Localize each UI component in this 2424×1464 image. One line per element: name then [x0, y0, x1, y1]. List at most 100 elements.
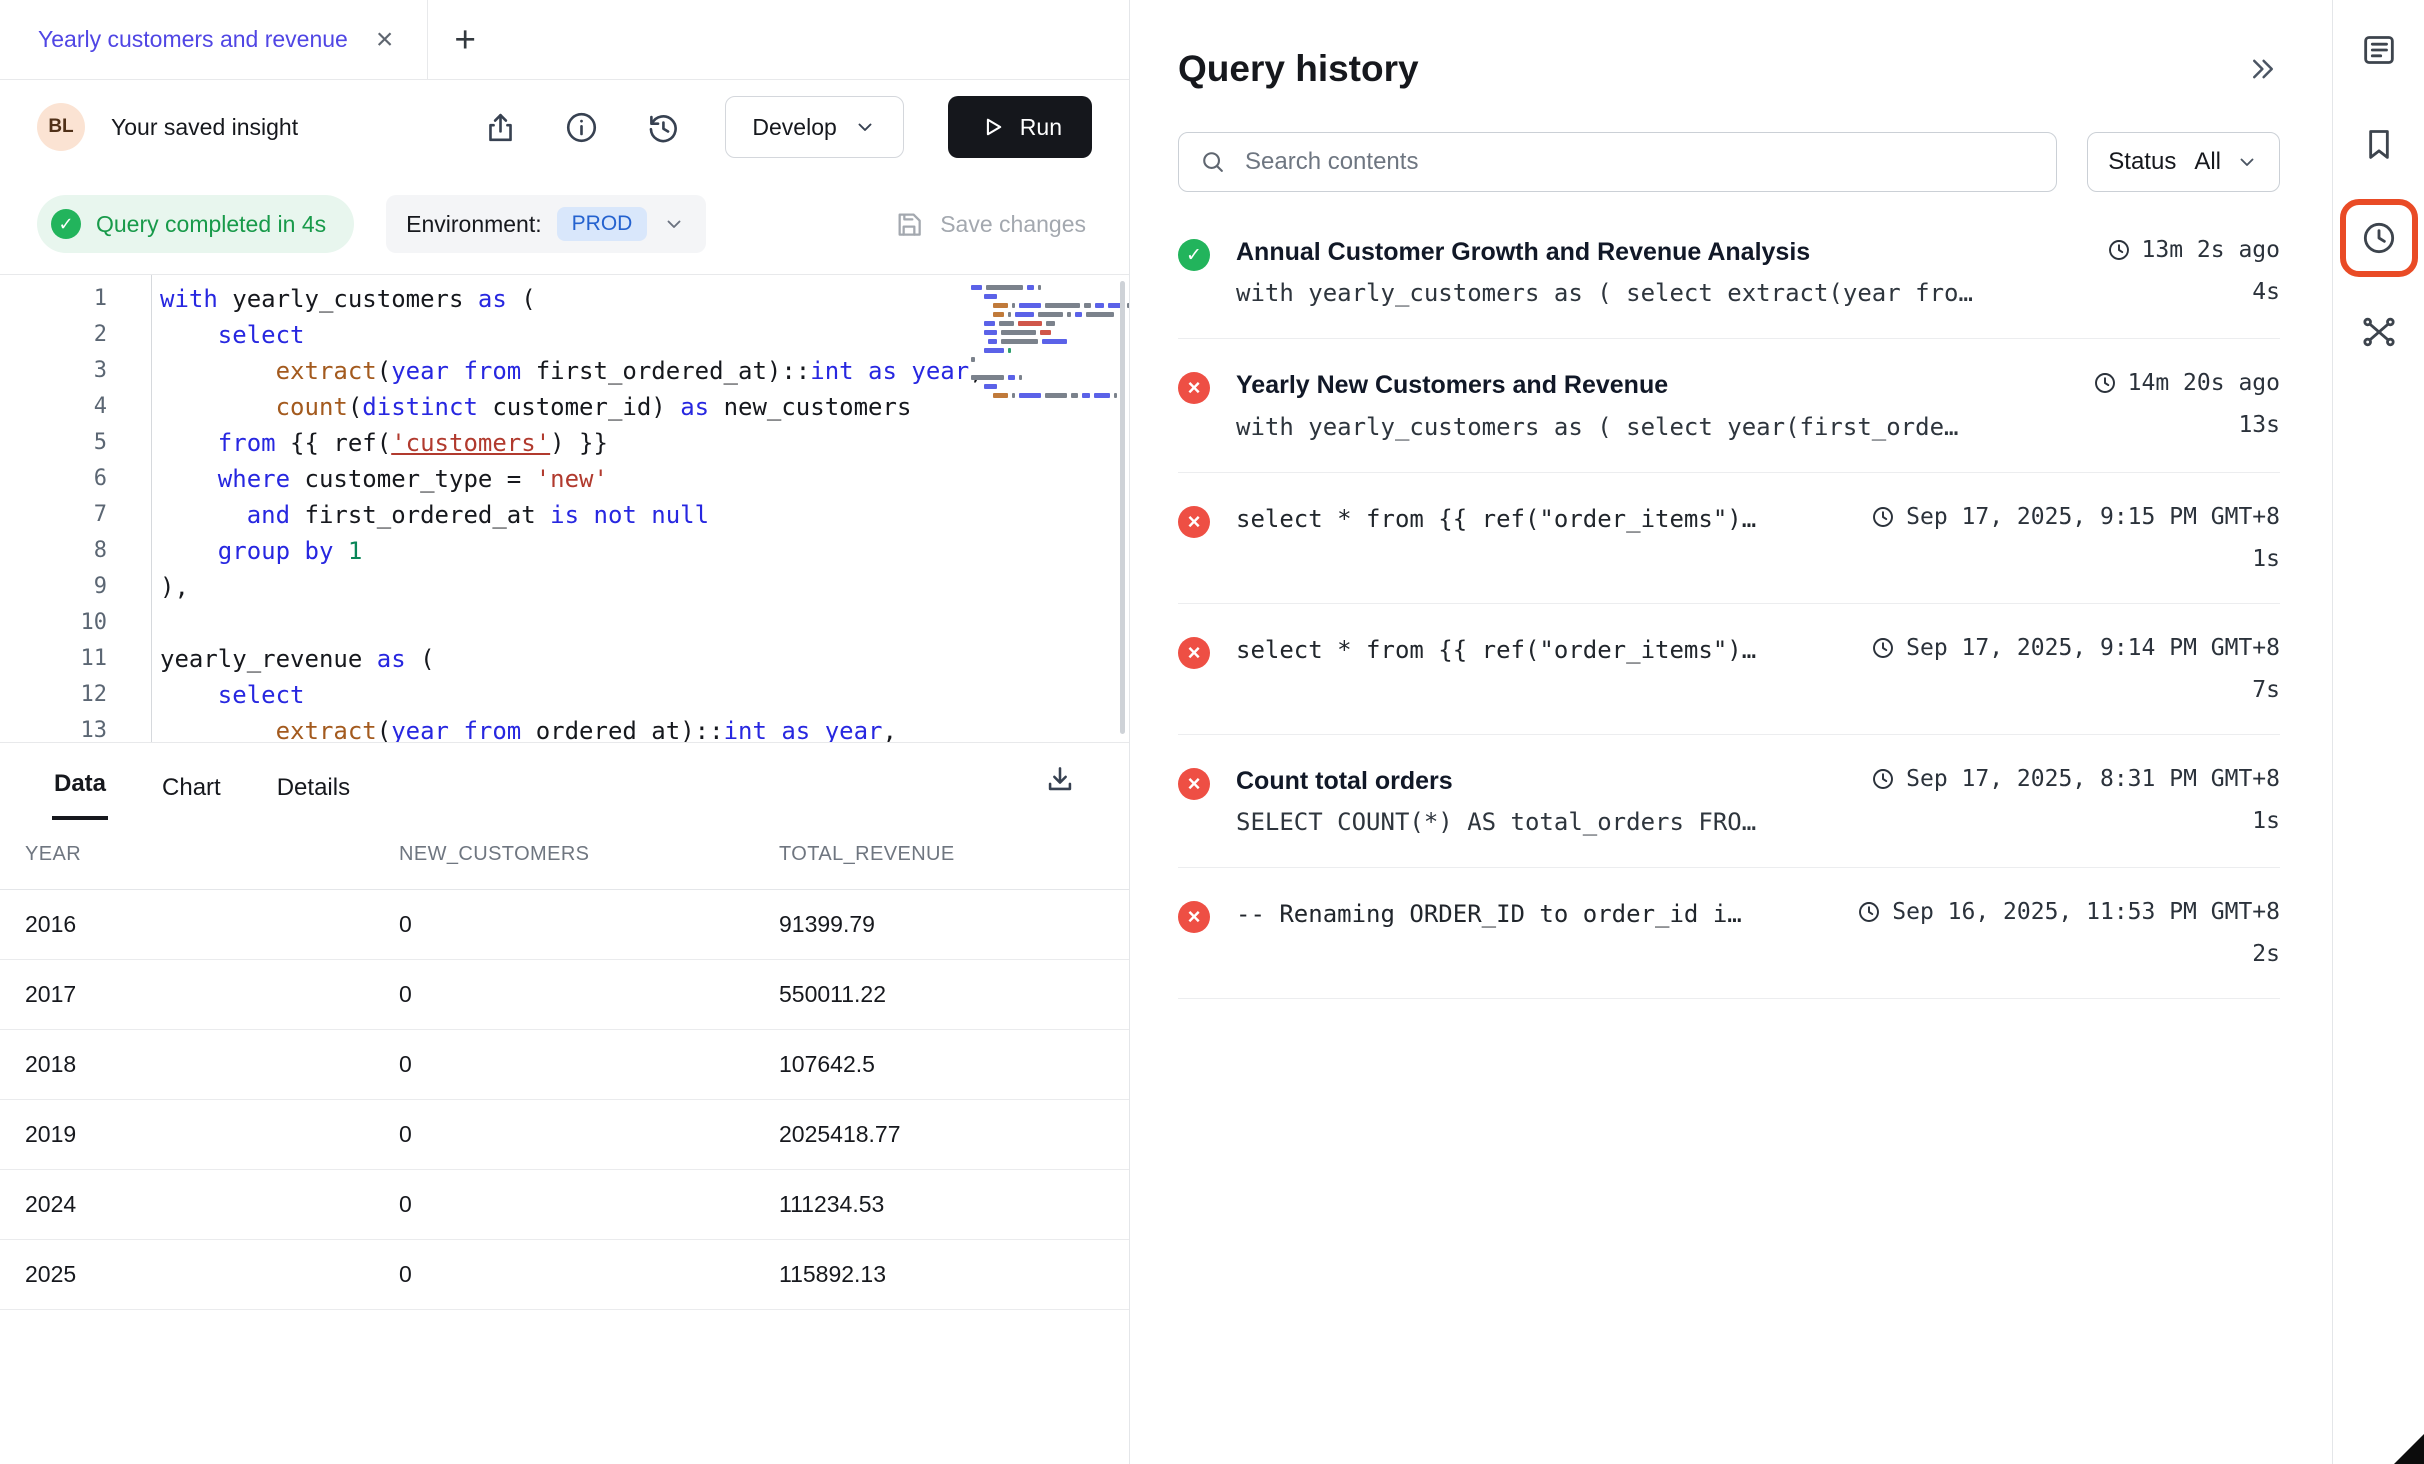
history-header: Query history [1130, 0, 2332, 90]
code-line[interactable]: select [160, 677, 1129, 713]
code-line[interactable]: group by 1 [160, 533, 1129, 569]
minimap-line [971, 373, 1111, 382]
code-line[interactable]: and first_ordered_at is not null [160, 497, 1129, 533]
table-row: 20240111234.53 [0, 1170, 1129, 1240]
query-list-icon [2359, 30, 2399, 70]
history-item[interactable]: ×-- Renaming ORDER_ID to order_id i…Sep … [1178, 868, 2280, 999]
status-error-icon: × [1178, 506, 1210, 538]
minimap-line [971, 337, 1111, 346]
table-cell: 111234.53 [779, 1191, 1129, 1218]
table-cell: 2024 [25, 1191, 399, 1218]
lineage-button[interactable] [2347, 300, 2411, 364]
query-history-panel: Query history Status All ✓Annual Custome… [1130, 0, 2332, 1464]
history-item[interactable]: ×select * from {{ ref("order_items")…Sep… [1178, 604, 2280, 735]
history-item[interactable]: × select * from {{ ref("order_items")… Sep… [1178, 473, 2280, 604]
app-root: Yearly customers and revenue × + BL Your… [0, 0, 2424, 1464]
status-filter-value: All [2194, 148, 2221, 176]
double-chevron-right-icon [2248, 54, 2278, 84]
collapse-panel-button[interactable] [2248, 54, 2278, 84]
download-results-button[interactable] [1043, 762, 1077, 796]
history-item-preview: with yearly_customers as ( select year(f… [1236, 413, 2048, 441]
history-item-duration: 2s [2252, 941, 2280, 967]
line-number: 5 [0, 425, 151, 461]
status-error-icon: × [1178, 768, 1210, 800]
history-item-title: select * from {{ ref("order_items")… [1236, 635, 1826, 665]
tab-yearly-customers[interactable]: Yearly customers and revenue × [0, 0, 428, 79]
code-line[interactable]: where customer_type = 'new' [160, 461, 1129, 497]
history-item-main: Yearly New Customers and Revenuewith yea… [1236, 370, 2048, 440]
column-header: YEAR [25, 843, 399, 866]
table-cell: 115892.13 [779, 1261, 1129, 1288]
history-item-meta: Sep 16, 2025, 11:53 PM GMT+82s [1856, 899, 2280, 967]
results-table: YEARNEW_CUSTOMERSTOTAL_REVENUE 201609139… [0, 820, 1129, 1310]
sql-editor[interactable]: 12345678910111213 with yearly_customers … [0, 274, 1129, 742]
minimap-line [971, 382, 1111, 391]
environment-selector[interactable]: Environment: PROD [386, 195, 706, 253]
query-history-title: Query history [1178, 48, 1419, 90]
history-item[interactable]: × Count total ordersSELECT COUNT(*) AS to… [1178, 735, 2280, 868]
minimap-line [971, 355, 1111, 364]
avatar[interactable]: BL [37, 103, 85, 151]
results-tab-data[interactable]: Data [52, 770, 108, 820]
editor-scrollbar[interactable] [1120, 281, 1125, 734]
code-line[interactable] [160, 605, 1129, 641]
query-status-row: ✓ Query completed in 4s Environment: PRO… [0, 174, 1129, 274]
editor-minimap[interactable] [971, 283, 1111, 400]
run-button[interactable]: Run [948, 96, 1092, 158]
save-changes-label: Save changes [940, 211, 1086, 238]
history-item-duration: 13s [2238, 412, 2280, 438]
history-item-main: select * from {{ ref("order_items")… [1236, 504, 1826, 534]
code-line[interactable]: ), [160, 569, 1129, 605]
status-filter-label: Status [2108, 148, 2176, 176]
line-number: 7 [0, 497, 151, 533]
status-filter-dropdown[interactable]: Status All [2087, 132, 2280, 192]
search-input[interactable] [1243, 147, 2036, 177]
history-item-duration: 7s [2252, 677, 2280, 703]
info-button[interactable] [563, 109, 600, 146]
clock-icon [1856, 899, 1882, 925]
history-item-title: select * from {{ ref("order_items")… [1236, 504, 1826, 534]
code-line[interactable]: yearly_revenue as ( [160, 641, 1129, 677]
chevron-down-icon [662, 212, 686, 236]
status-error-icon: × [1178, 372, 1210, 404]
history-item-preview: SELECT COUNT(*) AS total_orders FRO… [1236, 808, 1826, 836]
history-item[interactable]: ✓Annual Customer Growth and Revenue Anal… [1178, 206, 2280, 339]
minimap-line [971, 391, 1111, 400]
history-item-time: Sep 17, 2025, 8:31 PM GMT+8 [1870, 766, 2280, 792]
history-item-title: Annual Customer Growth and Revenue Analy… [1236, 237, 2062, 268]
results-tab-chart[interactable]: Chart [160, 774, 223, 820]
develop-button[interactable]: Develop [725, 96, 903, 158]
search-box[interactable] [1178, 132, 2057, 192]
search-icon [1199, 148, 1227, 176]
save-changes-button[interactable]: Save changes [887, 207, 1092, 241]
run-label: Run [1020, 114, 1062, 141]
table-row: 201902025418.77 [0, 1100, 1129, 1170]
corner-resize-handle [2394, 1434, 2424, 1464]
table-row: 2016091399.79 [0, 890, 1129, 960]
query-status-text: Query completed in 4s [96, 211, 326, 238]
query-history-button[interactable] [2347, 206, 2411, 270]
check-icon: ✓ [51, 209, 81, 239]
code-line[interactable]: extract(year from ordered_at)::int as ye… [160, 713, 1129, 742]
tab-close-icon[interactable]: × [376, 25, 394, 55]
table-cell: 0 [399, 1051, 779, 1078]
history-list: ✓Annual Customer Growth and Revenue Anal… [1130, 192, 2332, 999]
new-tab-button[interactable]: + [428, 0, 502, 79]
version-history-button[interactable] [644, 109, 681, 146]
code-line[interactable]: from {{ ref('customers') }} [160, 425, 1129, 461]
history-item-time: Sep 17, 2025, 9:15 PM GMT+8 [1870, 504, 2280, 530]
history-item-time: 13m 2s ago [2106, 237, 2280, 263]
bookmarks-button[interactable] [2347, 112, 2411, 176]
editor-gutter: 12345678910111213 [0, 275, 152, 742]
history-item[interactable]: × Yearly New Customers and Revenuewith ye… [1178, 339, 2280, 472]
history-item-time: Sep 17, 2025, 9:14 PM GMT+8 [1870, 635, 2280, 661]
info-icon [563, 109, 600, 146]
share-button[interactable] [482, 109, 519, 146]
table-cell: 550011.22 [779, 981, 1129, 1008]
history-item-main: Count total ordersSELECT COUNT(*) AS tot… [1236, 766, 1826, 836]
clock-icon [1870, 766, 1896, 792]
table-cell: 2017 [25, 981, 399, 1008]
results-tab-details[interactable]: Details [275, 774, 352, 820]
query-list-button[interactable] [2347, 18, 2411, 82]
history-controls: Status All [1130, 90, 2332, 192]
